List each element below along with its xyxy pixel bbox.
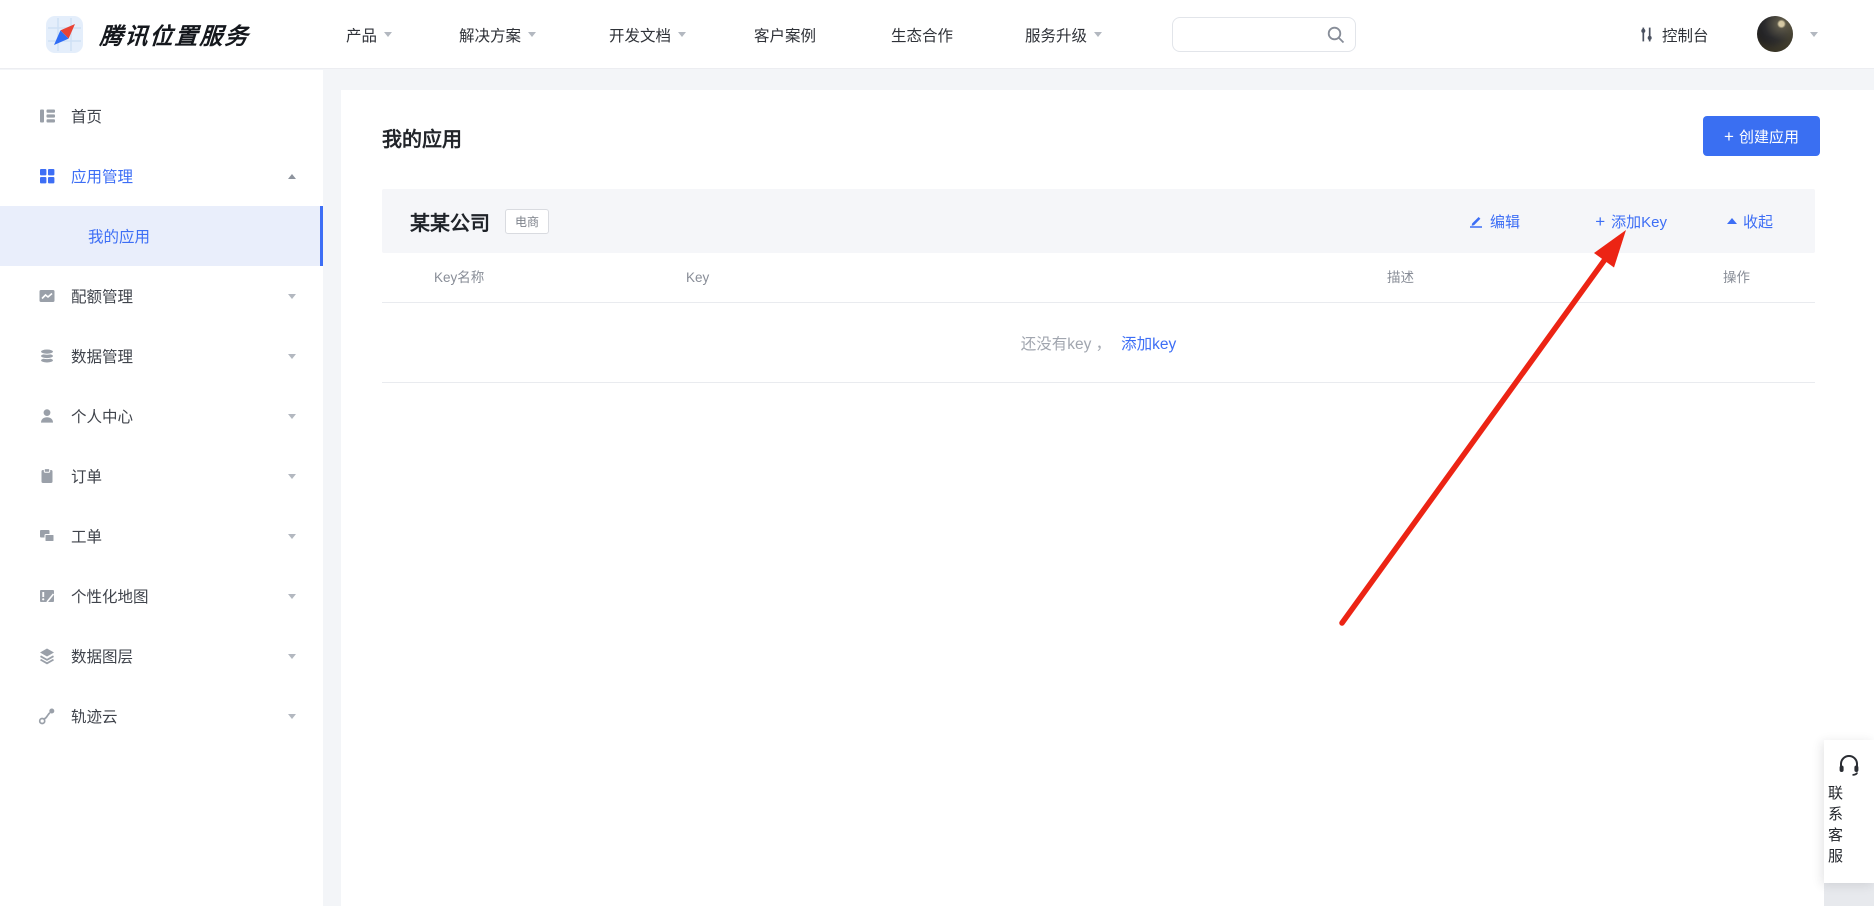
sliders-icon <box>1638 26 1655 43</box>
nav-upgrade[interactable]: 服务升级 <box>1025 0 1102 69</box>
add-key-link[interactable]: 添加key <box>1121 332 1176 354</box>
sidebar-item-personal-center[interactable]: 个人中心 <box>0 386 323 446</box>
quota-chart-icon <box>38 287 56 305</box>
app-name: 某某公司 <box>410 207 490 236</box>
layers-icon <box>38 647 56 665</box>
database-icon <box>38 347 56 365</box>
nav-docs[interactable]: 开发文档 <box>609 0 686 69</box>
chat-bubbles-icon <box>38 527 56 545</box>
contact-support-widget[interactable]: 联系客服 <box>1824 740 1874 883</box>
app-card-header: 某某公司 电商 编辑 + 添加Key 收起 <box>382 189 1815 253</box>
custom-map-icon <box>38 587 56 605</box>
chevron-down-icon <box>1094 32 1102 37</box>
nav-products[interactable]: 产品 <box>346 0 392 69</box>
chevron-down-icon <box>528 32 536 37</box>
chevron-up-icon <box>288 174 296 179</box>
sidebar-item-data-layers[interactable]: 数据图层 <box>0 626 323 686</box>
create-app-button[interactable]: + 创建应用 <box>1703 116 1820 156</box>
collapse-button[interactable]: 收起 <box>1727 189 1773 253</box>
sidebar-item-data-management[interactable]: 数据管理 <box>0 326 323 386</box>
nav-eco[interactable]: 生态合作 <box>891 0 953 69</box>
route-icon <box>38 707 56 725</box>
column-key-name: Key名称 <box>434 253 484 303</box>
sidebar-item-home[interactable]: 首页 <box>0 86 323 146</box>
avatar-menu-chevron-icon[interactable] <box>1810 32 1818 37</box>
chevron-down-icon <box>288 474 296 479</box>
column-key: Key <box>686 253 709 303</box>
sidebar-item-orders[interactable]: 订单 <box>0 446 323 506</box>
nav-cases[interactable]: 客户案例 <box>754 0 816 69</box>
feedback-widget-partial[interactable] <box>1824 883 1874 906</box>
chevron-down-icon <box>288 354 296 359</box>
search-input[interactable] <box>1183 18 1323 51</box>
main-content: 我的应用 + 创建应用 某某公司 电商 编辑 + 添加Key <box>341 90 1874 906</box>
sidebar-item-track-cloud[interactable]: 轨迹云 <box>0 686 323 746</box>
chevron-down-icon <box>288 294 296 299</box>
nav-solutions[interactable]: 解决方案 <box>459 0 536 69</box>
compass-logo-icon[interactable] <box>46 16 83 53</box>
empty-state-text: 还没有key ， <box>1021 332 1111 354</box>
chevron-down-icon <box>288 654 296 659</box>
chevron-down-icon <box>288 594 296 599</box>
search-icon[interactable] <box>1325 24 1347 51</box>
app-root: 腾讯位置服务 产品 解决方案 开发文档 客户案例 生态合作 服务升级 <box>0 0 1874 906</box>
edit-button[interactable]: 编辑 <box>1468 189 1520 253</box>
home-list-icon <box>38 107 56 125</box>
sidebar-item-quota[interactable]: 配额管理 <box>0 266 323 326</box>
sidebar-item-my-apps[interactable]: 我的应用 <box>0 206 323 266</box>
chevron-down-icon <box>384 32 392 37</box>
user-icon <box>38 407 56 425</box>
app-card: 某某公司 电商 编辑 + 添加Key 收起 <box>382 189 1815 383</box>
empty-key-row: 还没有key ， 添加key <box>382 303 1815 383</box>
console-button[interactable]: 控制台 <box>1638 0 1709 69</box>
sidebar-item-custom-map[interactable]: 个性化地图 <box>0 566 323 626</box>
add-key-button[interactable]: + 添加Key <box>1595 189 1667 253</box>
sidebar-item-app-management[interactable]: 应用管理 <box>0 146 323 206</box>
triangle-up-icon <box>1727 218 1737 224</box>
chevron-down-icon <box>288 534 296 539</box>
sidebar-item-tickets[interactable]: 工单 <box>0 506 323 566</box>
chevron-down-icon <box>288 414 296 419</box>
chevron-down-icon <box>678 32 686 37</box>
key-table-header: Key名称 Key 描述 操作 <box>382 253 1815 303</box>
plus-icon: + <box>1595 213 1605 230</box>
app-category-badge: 电商 <box>505 209 549 234</box>
chevron-down-icon <box>288 714 296 719</box>
sidebar-nav: 首页 应用管理 我的应用 配额管理 <box>0 70 323 906</box>
column-description: 描述 <box>1387 253 1414 303</box>
top-header: 腾讯位置服务 产品 解决方案 开发文档 客户案例 生态合作 服务升级 <box>0 0 1874 69</box>
headset-icon <box>1837 752 1861 776</box>
contact-support-label: 联系客服 <box>1824 785 1845 869</box>
user-avatar[interactable] <box>1757 16 1793 52</box>
grid-icon <box>38 167 56 185</box>
pencil-icon <box>1468 213 1484 229</box>
clipboard-icon <box>38 467 56 485</box>
brand-title: 腾讯位置服务 <box>99 17 251 51</box>
search-box <box>1172 17 1356 52</box>
page-title: 我的应用 <box>382 123 462 152</box>
column-actions: 操作 <box>1723 253 1750 303</box>
plus-icon: + <box>1724 128 1734 145</box>
